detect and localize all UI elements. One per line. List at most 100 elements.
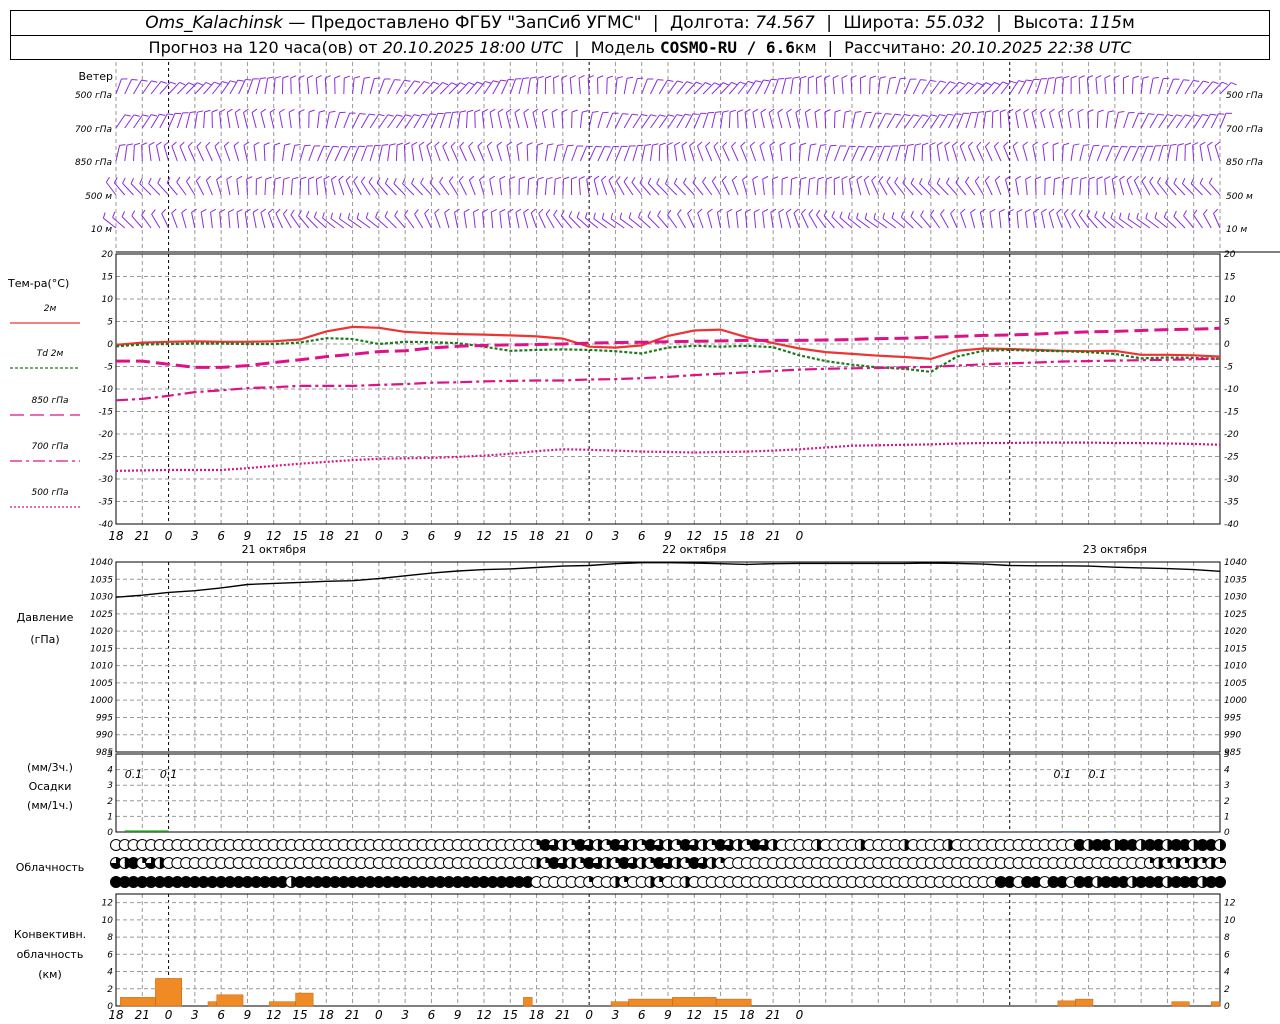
wind-barb <box>290 145 296 162</box>
pressure-tick-left: 1040 <box>90 558 113 568</box>
wind-barb <box>656 183 669 196</box>
wind-barb <box>687 213 695 229</box>
convective-tick-left: 6 <box>107 950 113 960</box>
wind-barb-flag <box>344 75 351 79</box>
wind-barb-flag <box>1132 75 1139 79</box>
wind-barb-flag <box>1157 113 1164 116</box>
wind-barb-flag <box>913 114 920 117</box>
wind-barb-flag <box>940 209 945 215</box>
wind-barb <box>185 112 191 129</box>
wind-barb <box>352 146 360 162</box>
wind-barb-flag <box>368 176 373 183</box>
wind-barb <box>236 179 240 196</box>
wind-barb <box>527 78 531 95</box>
wind-barb-flag <box>119 144 126 146</box>
wind-barb-flag <box>216 175 222 181</box>
wind-barb <box>1004 179 1011 196</box>
wind-barb-flag <box>364 76 371 79</box>
wind-barb <box>1131 77 1134 95</box>
convective-bar <box>1057 1000 1076 1007</box>
pressure-tick-left: 995 <box>96 713 113 723</box>
wind-barb <box>334 112 341 129</box>
wind-barb <box>343 146 351 162</box>
wind-barb <box>360 181 371 196</box>
wind-barb-flag <box>726 208 733 213</box>
wind-barb-flag <box>656 177 660 184</box>
wind-barb-flag <box>283 176 290 180</box>
wind-barb <box>1015 179 1019 196</box>
wind-barb <box>841 78 844 95</box>
wind-barb-flag <box>473 208 480 213</box>
wind-barb <box>789 144 792 162</box>
wind-barb-flag <box>659 114 666 117</box>
convective-tick-right: 2 <box>1224 985 1230 995</box>
wind-barb-flag <box>809 176 816 180</box>
wind-barb-flag <box>467 109 474 113</box>
wind-barb-flag <box>1193 114 1200 117</box>
wind-barb <box>667 214 678 229</box>
wind-barb <box>210 212 213 229</box>
temp-legend-label: 2м <box>44 304 57 314</box>
wind-barb-flag <box>133 114 140 117</box>
wind-barb <box>951 145 958 162</box>
wind-barb-flag <box>777 108 783 113</box>
wind-barb-flag <box>568 210 573 217</box>
wind-barb <box>904 114 915 129</box>
wind-barb-flag <box>1010 80 1017 84</box>
wind-barb-flag <box>545 209 551 215</box>
wind-barb <box>1183 215 1195 229</box>
wind-barb-flag <box>151 209 156 215</box>
wind-level-right: 500 гПа <box>1226 91 1263 101</box>
wind-barb <box>490 212 494 229</box>
wind-barb-flag <box>260 108 267 113</box>
wind-barb-flag <box>243 141 250 146</box>
wind-barb-flag <box>1071 209 1076 215</box>
wind-barb-flag <box>463 208 470 213</box>
wind-barb <box>571 145 578 162</box>
wind-level-left: 10 м <box>91 225 112 235</box>
wind-barb <box>238 79 246 95</box>
wind-barb <box>404 80 415 95</box>
wind-barb-flag <box>130 177 135 184</box>
wind-barb-flag <box>274 176 281 180</box>
wind-barb <box>1040 212 1046 229</box>
wind-barb <box>465 111 468 129</box>
wind-barb-flag <box>1088 176 1095 180</box>
wind-barb-flag <box>420 177 424 184</box>
wind-barb-flag <box>1012 141 1018 147</box>
wind-barb-flag <box>1026 79 1033 82</box>
wind-barb-flag <box>1185 114 1192 117</box>
wind-barb <box>970 212 976 229</box>
wind-barb-flag <box>1162 144 1170 147</box>
wind-barb <box>290 179 293 196</box>
wind-barb-flag <box>922 114 929 117</box>
wind-barb-flag <box>1183 210 1187 216</box>
wind-barb-flag <box>847 212 851 219</box>
wind-barb-flag <box>1202 80 1210 84</box>
wind-barb <box>1175 114 1186 129</box>
wind-barb-flag <box>474 109 481 113</box>
wind-barb <box>728 111 731 129</box>
wind-barb <box>216 179 222 196</box>
wind-barb-flag <box>820 144 827 146</box>
wind-barb-flag <box>869 75 876 79</box>
wind-barb-flag <box>205 141 211 147</box>
wind-barb <box>1096 145 1104 162</box>
convective-bar <box>155 978 182 1007</box>
temp-legend-label: 700 гПа <box>31 442 68 452</box>
wind-barb-flag <box>497 108 504 113</box>
date-label: 21 октября <box>242 543 306 556</box>
temp-legend-label: 850 гПа <box>31 396 68 406</box>
wind-barb-flag <box>930 79 937 82</box>
wind-barb <box>393 183 406 196</box>
wind-barb <box>1123 112 1129 129</box>
wind-barb <box>1114 112 1119 129</box>
wind-barb-flag <box>156 141 162 146</box>
wind-barb-flag <box>459 110 467 113</box>
wind-barb-flag <box>1203 209 1208 215</box>
wind-barb <box>989 212 993 229</box>
hour-tick: 3 <box>401 529 409 543</box>
wind-barb <box>1024 212 1028 229</box>
wind-barb <box>1214 145 1221 162</box>
wind-barb-flag <box>752 108 759 113</box>
